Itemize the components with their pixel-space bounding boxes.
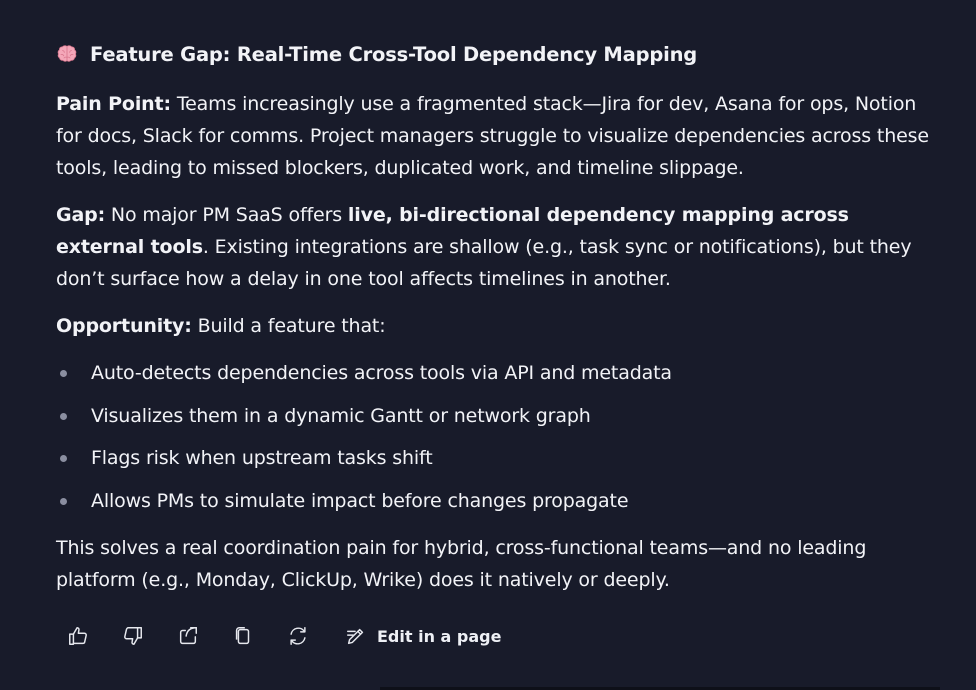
opportunity-paragraph: Opportunity: Build a feature that: xyxy=(56,310,936,342)
pain-point-paragraph: Pain Point: Teams increasingly use a fra… xyxy=(56,88,936,184)
thumbs-down-icon xyxy=(124,627,142,645)
edit-in-page-label: Edit in a page xyxy=(377,626,502,646)
opportunity-text: Build a feature that: xyxy=(191,315,386,337)
conclusion-paragraph: This solves a real coordination pain for… xyxy=(56,536,867,591)
list-item-text: Visualizes them in a dynamic Gantt or ne… xyxy=(91,404,591,427)
gap-text-before: No major PM SaaS offers xyxy=(105,204,348,226)
refresh-icon xyxy=(290,627,306,645)
bullet-dot xyxy=(60,412,67,420)
list-item: Visualizes them in a dynamic Gantt or ne… xyxy=(56,400,936,432)
edit-in-page-button[interactable]: Edit in a page xyxy=(345,618,501,654)
feature-list: Auto-detects dependencies across tools v… xyxy=(56,357,936,517)
pain-point-label: Pain Point: xyxy=(56,93,171,115)
list-item: Auto-detects dependencies across tools v… xyxy=(56,357,936,389)
bullet-dot xyxy=(60,497,67,505)
message-actions-toolbar: Edit in a page xyxy=(56,618,501,654)
copy-icon xyxy=(235,627,250,645)
brain-emoji-icon xyxy=(56,43,78,65)
list-item-text: Allows PMs to simulate impact before cha… xyxy=(91,489,629,512)
pain-point-text: Teams increasingly use a fragmented stac… xyxy=(56,93,929,179)
copy-button[interactable] xyxy=(221,618,265,654)
thumbs-up-icon xyxy=(69,627,87,645)
regenerate-button[interactable] xyxy=(276,618,320,654)
opportunity-label: Opportunity: xyxy=(56,315,192,337)
thumbs-up-button[interactable] xyxy=(56,618,100,654)
list-item-text: Auto-detects dependencies across tools v… xyxy=(91,362,672,384)
bullet-dot xyxy=(60,370,67,377)
message-heading: Feature Gap: Real-Time Cross-Tool Depend… xyxy=(56,38,936,70)
thumbs-down-button[interactable] xyxy=(111,618,155,654)
gap-label: Gap: xyxy=(56,204,106,226)
message-content: Feature Gap: Real-Time Cross-Tool Depend… xyxy=(56,38,936,611)
heading-text: Feature Gap: Real-Time Cross-Tool Depend… xyxy=(90,42,698,66)
list-item: Flags risk when upstream tasks shift xyxy=(56,442,936,474)
gap-paragraph: Gap: No major PM SaaS offers live, bi-di… xyxy=(56,199,936,295)
edit-pen-icon xyxy=(347,628,364,645)
share-icon xyxy=(179,627,197,645)
bullet-dot xyxy=(60,455,67,462)
list-item: Allows PMs to simulate impact before cha… xyxy=(56,485,936,517)
list-item-text: Flags risk when upstream tasks shift xyxy=(91,447,433,469)
share-button[interactable] xyxy=(166,618,210,654)
